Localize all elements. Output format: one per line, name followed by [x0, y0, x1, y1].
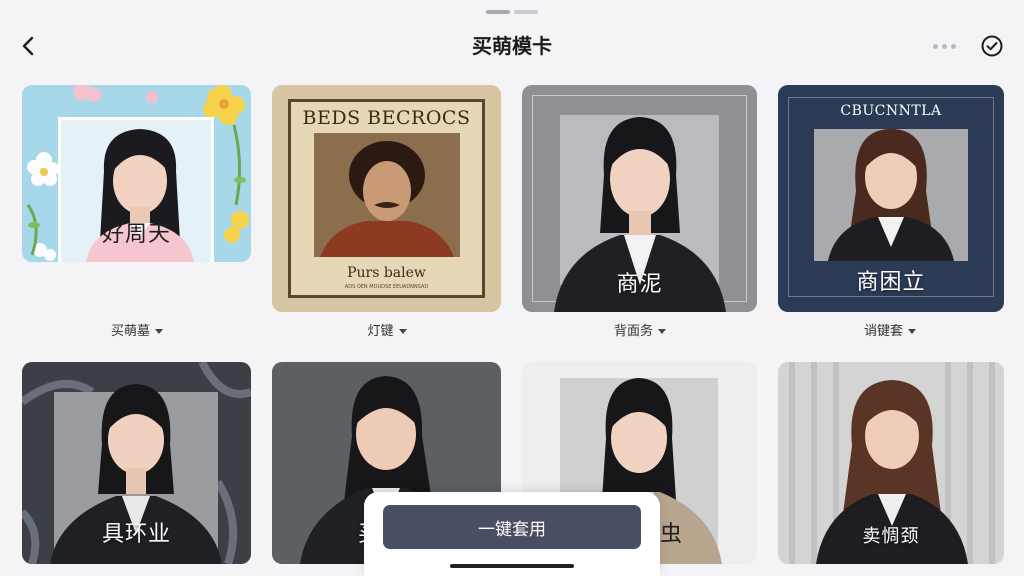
- template-title: 商泥: [616, 272, 663, 297]
- page-title: 买萌模卡: [472, 34, 552, 58]
- template-dropdown[interactable]: 灯键: [272, 320, 502, 339]
- template-card-floral[interactable]: 好周天: [22, 85, 251, 262]
- template-card-curtain[interactable]: 卖惆颈: [778, 362, 1004, 564]
- template-dropdown[interactable]: 背面务: [525, 320, 755, 339]
- more-options-button[interactable]: [928, 32, 960, 60]
- caret-down-icon: [155, 329, 163, 334]
- portrait-image: [828, 129, 954, 261]
- poster-small-text: ADS OEN MOUDSE EEUADNNSAD: [344, 284, 429, 290]
- template-dropdown[interactable]: 买萌墓: [22, 320, 252, 339]
- template-title: 虫: [660, 522, 683, 547]
- home-indicator[interactable]: [450, 564, 574, 568]
- caret-down-icon: [398, 329, 407, 334]
- confirm-button[interactable]: [978, 32, 1006, 60]
- frame-title: CBUCNNTLA: [840, 103, 942, 119]
- template-title: 商困立: [856, 270, 926, 295]
- caret-down-icon: [658, 329, 666, 334]
- template-card-dark-pattern[interactable]: 具环业: [22, 362, 251, 564]
- portrait-image: [314, 133, 460, 257]
- template-title: 具环业: [101, 522, 171, 547]
- template-title: 好周天: [101, 222, 171, 247]
- template-dropdown[interactable]: 诮键套: [775, 320, 1005, 339]
- poster-caption: Purs balew: [347, 265, 426, 281]
- more-dots-icon: [932, 43, 938, 49]
- apply-all-button[interactable]: 一键套用: [383, 505, 641, 549]
- header: 买萌模卡: [0, 24, 1024, 68]
- sheet-handle[interactable]: [486, 10, 538, 14]
- bottom-action-panel: 一键套用: [364, 492, 660, 576]
- template-card-vintage-poster[interactable]: BEDS BECROCS Purs balew ADS OEN MOUDSE E…: [272, 85, 501, 312]
- poster-title: BEDS BECROCS: [302, 107, 471, 129]
- template-card-business-grey[interactable]: 商泥: [522, 85, 757, 312]
- template-title: 卖惆颈: [862, 526, 920, 547]
- check-circle-icon: [981, 35, 1003, 57]
- caret-down-icon: [908, 329, 916, 334]
- template-card-navy-frame[interactable]: CBUCNNTLA 商困立: [778, 85, 1004, 312]
